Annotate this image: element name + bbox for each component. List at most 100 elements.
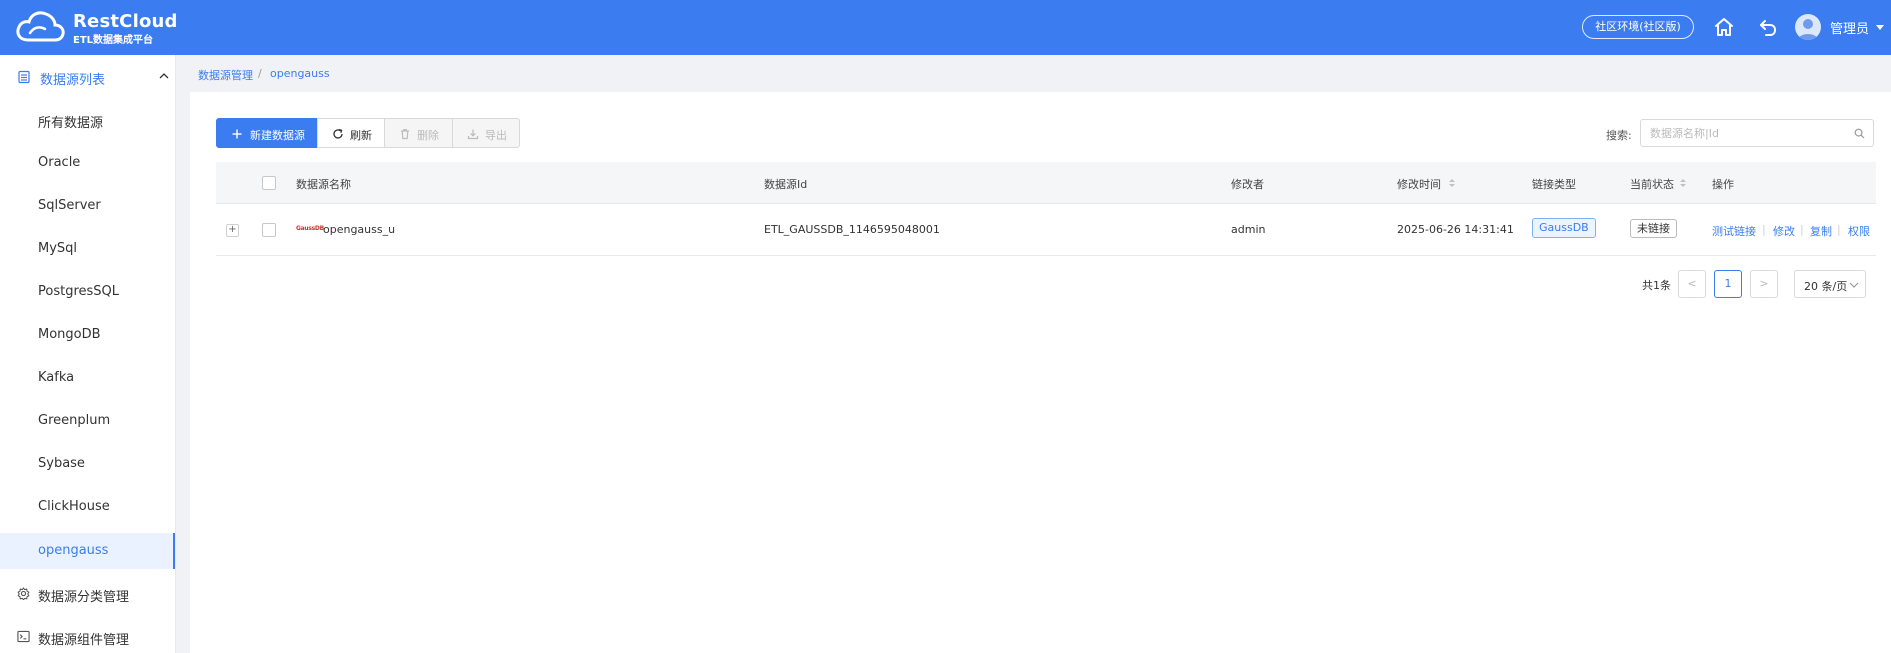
top-header: RestCloud ETL数据集成平台 社区环境(社区版) 管理员 (0, 0, 1891, 55)
row-checkbox[interactable] (262, 223, 276, 237)
select-all-checkbox[interactable] (262, 176, 276, 190)
user-icon (1798, 19, 1818, 40)
column-header-modifier: 修改者 (1231, 178, 1264, 191)
sidebar-item-clickhouse[interactable]: ClickHouse (0, 489, 175, 525)
page-size-select[interactable]: 20 条/页 (1794, 270, 1866, 298)
sidebar-item-label: 所有数据源 (38, 116, 104, 131)
sidebar-item-label: SqlServer (38, 198, 101, 213)
sort-icon[interactable] (1679, 177, 1687, 189)
table-header: 数据源名称 数据源Id 修改者 修改时间 链接类型 当前状态 操作 (216, 162, 1876, 204)
column-header-actions: 操作 (1712, 178, 1734, 191)
sidebar-group-label: 数据源列表 (40, 73, 106, 88)
sidebar-item-label: ClickHouse (38, 499, 110, 514)
action-separator: | (1837, 223, 1841, 236)
copy-action[interactable]: 复制 (1810, 223, 1832, 239)
sidebar-item-mysql[interactable]: MySql (0, 231, 175, 267)
refresh-label: 刷新 (350, 129, 372, 142)
back-icon[interactable] (1756, 15, 1780, 39)
column-header-modified-time[interactable]: 修改时间 (1397, 176, 1441, 192)
next-page-button[interactable]: > (1750, 270, 1778, 298)
action-separator: | (1800, 223, 1804, 236)
sidebar-section-category-manage[interactable]: 数据源分类管理 (0, 576, 175, 612)
plus-icon (232, 129, 242, 139)
download-icon (467, 129, 479, 140)
sidebar-item-label: PostgresSQL (38, 284, 120, 299)
page-number-button[interactable]: 1 (1714, 270, 1742, 298)
delete-label: 删除 (417, 129, 439, 142)
expand-row-button[interactable]: + (226, 224, 239, 237)
breadcrumb-item-current[interactable]: opengauss (270, 67, 330, 80)
datasource-name: opengauss_u (323, 223, 396, 236)
sort-icon[interactable] (1448, 177, 1456, 189)
sidebar: 数据源列表 所有数据源 Oracle SqlServer MySql Postg… (0, 55, 176, 653)
sidebar-item-postgressql[interactable]: PostgresSQL (0, 274, 175, 310)
user-avatar[interactable] (1795, 14, 1821, 40)
status-badge: 未链接 (1630, 219, 1677, 238)
gear-icon (17, 587, 30, 600)
gaussdb-logo: GaussDB (296, 225, 324, 232)
sidebar-section-label: 数据源组件管理 (38, 633, 130, 648)
page-size-label: 20 条/页 (1804, 280, 1848, 293)
sidebar-item-label: Kafka (38, 370, 75, 385)
action-separator: | (1762, 223, 1766, 236)
search-icon[interactable] (1854, 128, 1865, 139)
sidebar-item-opengauss[interactable]: opengauss (0, 533, 175, 569)
link-type-tag: GaussDB (1532, 218, 1596, 238)
table-row: + GaussDB opengauss_u ETL_GAUSSDB_114659… (216, 204, 1876, 256)
user-name[interactable]: 管理员 (1830, 18, 1869, 37)
refresh-button[interactable]: 刷新 (317, 118, 385, 148)
column-header-id: 数据源Id (764, 178, 808, 191)
new-datasource-label: 新建数据源 (250, 129, 305, 142)
sidebar-item-label: MySql (38, 241, 78, 256)
logo-subtitle: ETL数据集成平台 (73, 35, 154, 46)
terminal-icon (17, 630, 30, 643)
column-header-status[interactable]: 当前状态 (1630, 176, 1674, 192)
sidebar-item-mongodb[interactable]: MongoDB (0, 317, 175, 353)
cloud-logo-icon (16, 11, 65, 42)
total-count: 共1条 (1642, 279, 1671, 292)
sidebar-section-component-manage[interactable]: 数据源组件管理 (0, 619, 175, 653)
sidebar-item-sqlserver[interactable]: SqlServer (0, 188, 175, 224)
search-box (1640, 119, 1874, 147)
modified-time: 2025-06-26 14:31:41 (1397, 223, 1514, 236)
home-icon[interactable] (1712, 15, 1736, 39)
sidebar-section-label: 数据源分类管理 (38, 590, 130, 605)
sidebar-item-greenplum[interactable]: Greenplum (0, 403, 175, 439)
column-header-type: 链接类型 (1532, 178, 1576, 191)
sidebar-item-label: Oracle (38, 155, 81, 170)
sidebar-group-datasource-list[interactable]: 数据源列表 (0, 55, 175, 98)
breadcrumb-separator: / (258, 67, 262, 80)
breadcrumb-item-datasource-manage[interactable]: 数据源管理 (198, 67, 253, 83)
trash-icon (401, 129, 409, 140)
sidebar-item-sybase[interactable]: Sybase (0, 446, 175, 482)
breadcrumb: 数据源管理 / opengauss (176, 55, 1891, 91)
new-datasource-button[interactable]: 新建数据源 (216, 118, 318, 148)
sidebar-item-label: MongoDB (38, 327, 101, 342)
logo-name: RestCloud (73, 11, 178, 32)
sidebar-item-all[interactable]: 所有数据源 (0, 102, 175, 138)
delete-button[interactable]: 删除 (384, 118, 453, 148)
prev-page-button[interactable]: < (1678, 270, 1706, 298)
test-link-action[interactable]: 测试链接 (1712, 223, 1756, 239)
edit-action[interactable]: 修改 (1773, 223, 1795, 239)
export-label: 导出 (485, 129, 507, 142)
refresh-icon (333, 128, 343, 139)
sidebar-item-kafka[interactable]: Kafka (0, 360, 175, 396)
column-header-name: 数据源名称 (296, 178, 351, 191)
search-label: 搜索: (1606, 129, 1632, 142)
search-input[interactable] (1641, 120, 1841, 146)
permission-action[interactable]: 权限 (1848, 223, 1870, 239)
sidebar-item-label: Greenplum (38, 413, 111, 428)
caret-down-icon[interactable] (1876, 25, 1884, 30)
sidebar-item-label: opengauss (38, 543, 109, 558)
datasource-id: ETL_GAUSSDB_1146595048001 (764, 223, 940, 236)
chevron-down-icon (1849, 282, 1859, 288)
export-button[interactable]: 导出 (452, 118, 520, 148)
main-content: 新建数据源 刷新 删除 导出 搜索: 数据源名称|Id 数据源名称 数据源Id … (190, 92, 1891, 653)
logo[interactable]: RestCloud ETL数据集成平台 (14, 8, 177, 48)
environment-button[interactable]: 社区环境(社区版) (1582, 15, 1694, 39)
sidebar-item-oracle[interactable]: Oracle (0, 145, 175, 181)
modifier: admin (1231, 223, 1266, 236)
chevron-up-icon[interactable] (158, 70, 170, 82)
sidebar-item-label: Sybase (38, 456, 85, 471)
